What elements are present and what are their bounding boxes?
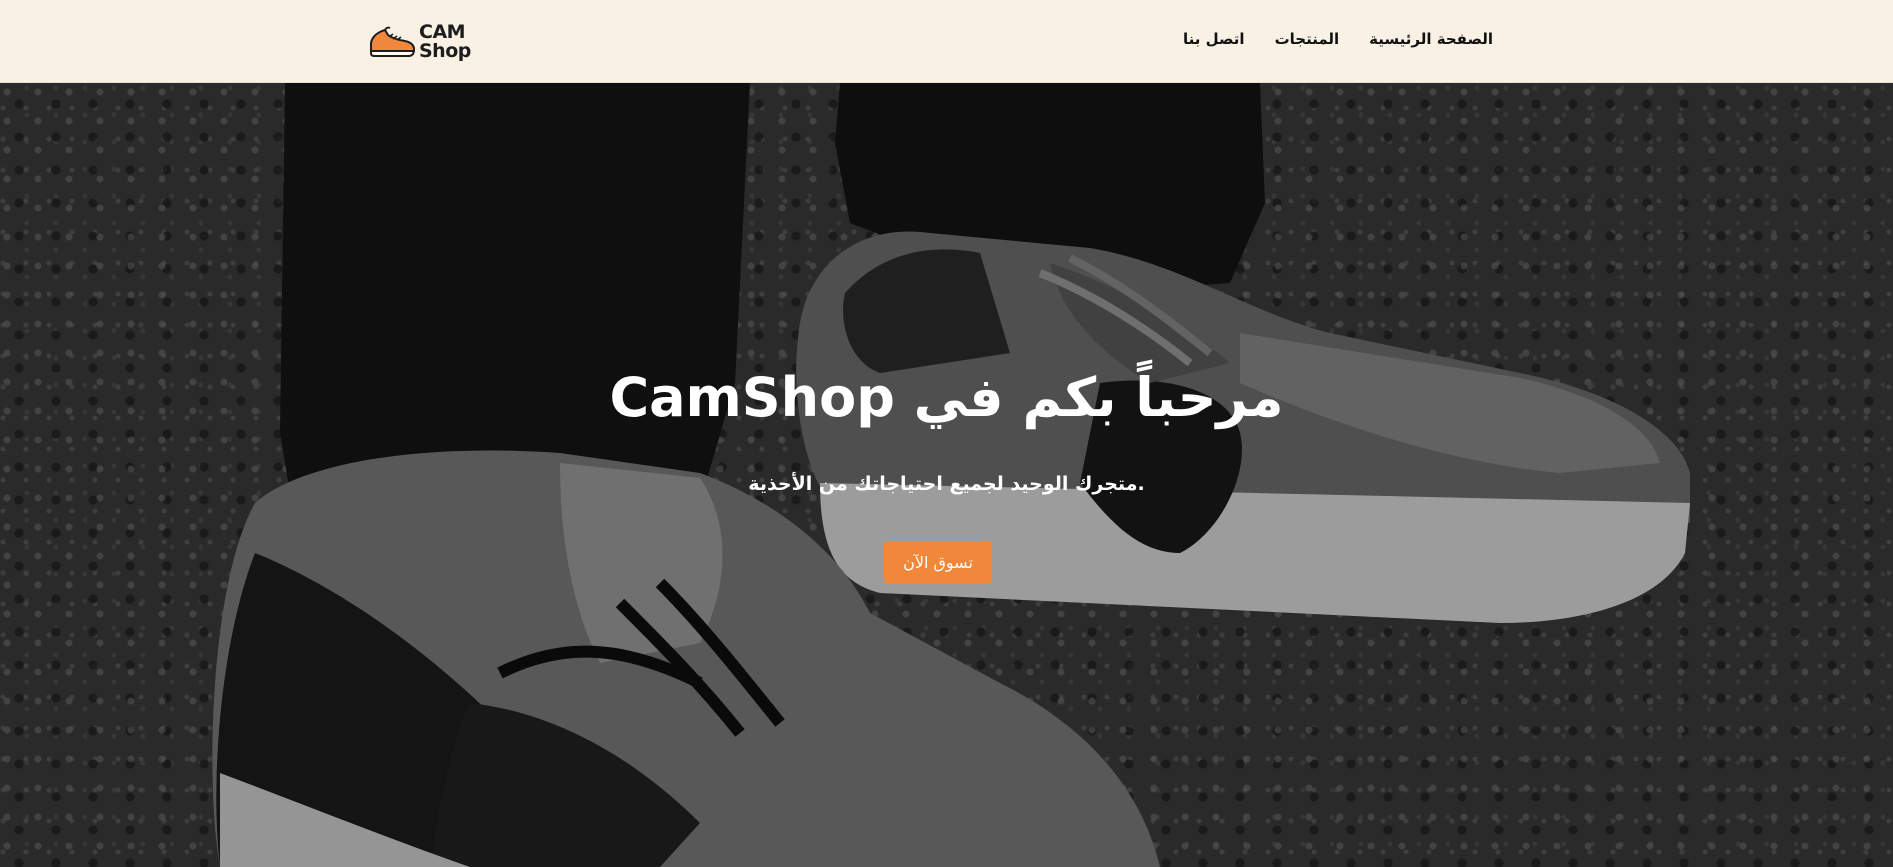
nav-item-home[interactable]: الصفحة الرئيسية xyxy=(1369,30,1493,48)
nav-item-contact[interactable]: اتصل بنا xyxy=(1183,30,1245,48)
main-nav: الصفحة الرئيسية المنتجات اتصل بنا xyxy=(1183,30,1493,48)
shop-now-button[interactable]: تسوق الآن xyxy=(884,541,992,584)
brand-logo[interactable]: CAM Shop xyxy=(368,20,471,64)
hero-subtitle: متجرك الوحيد لجميع احتياجاتك من الأحذية. xyxy=(748,473,1145,495)
navbar: CAM Shop الصفحة الرئيسية المنتجات اتصل ب… xyxy=(0,0,1893,83)
brand-name: CAM Shop xyxy=(419,23,471,61)
nav-item-products[interactable]: المنتجات xyxy=(1275,30,1340,48)
hero-title: مرحباً بكم في CamShop xyxy=(609,366,1284,429)
brand-name-line2: Shop xyxy=(419,40,471,62)
sneaker-icon xyxy=(370,26,415,57)
hero-section: مرحباً بكم في CamShop متجرك الوحيد لجميع… xyxy=(0,83,1893,867)
